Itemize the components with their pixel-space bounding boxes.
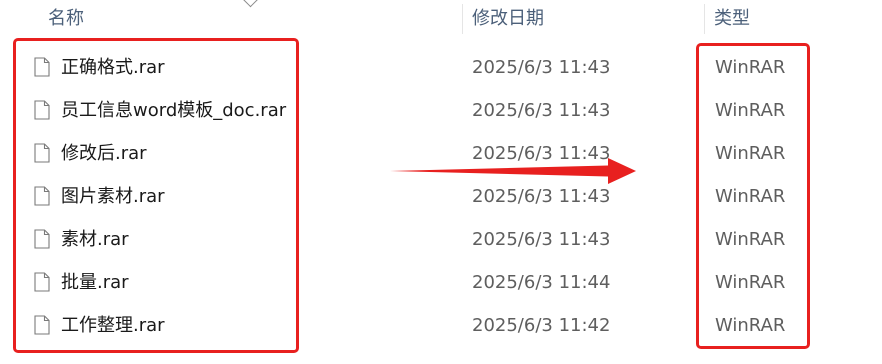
column-divider[interactable] — [462, 4, 463, 34]
column-header-name[interactable]: 名称 — [48, 0, 458, 38]
file-date-modified: 2025/6/3 11:43 — [472, 57, 611, 78]
column-header-date-modified[interactable]: 修改日期 — [472, 0, 702, 38]
column-divider[interactable] — [704, 4, 705, 34]
highlight-box-file-names — [13, 38, 299, 353]
arrow-right-icon — [390, 158, 636, 184]
file-date-modified: 2025/6/3 11:43 — [472, 229, 611, 250]
file-date-modified: 2025/6/3 11:44 — [472, 272, 611, 293]
file-date-modified: 2025/6/3 11:42 — [472, 315, 611, 336]
column-header-type[interactable]: 类型 — [714, 0, 874, 38]
column-header-bar: 名称 修改日期 类型 — [0, 0, 882, 38]
file-date-modified: 2025/6/3 11:43 — [472, 100, 611, 121]
highlight-box-file-types — [696, 43, 810, 349]
